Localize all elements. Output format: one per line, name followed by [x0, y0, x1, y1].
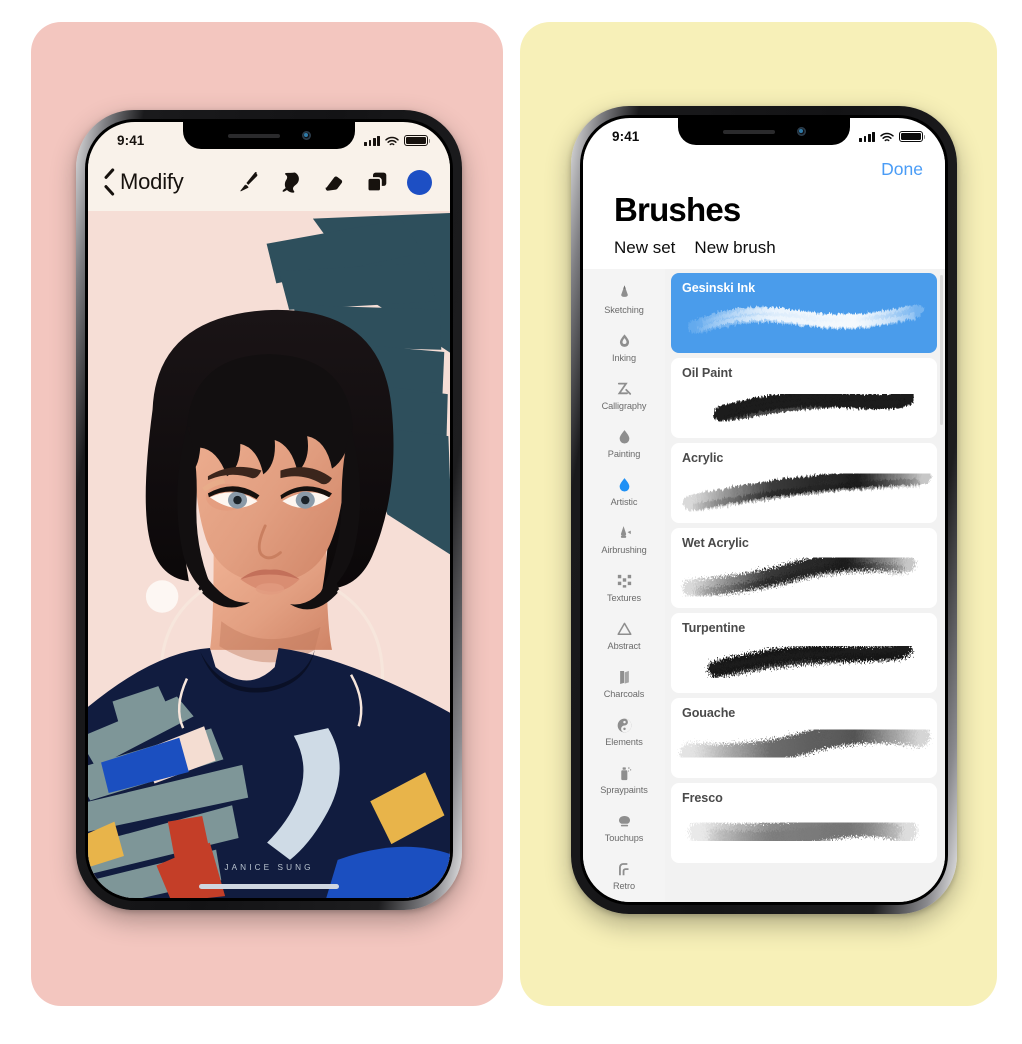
chevron-left-icon[interactable] — [102, 171, 115, 193]
sidebar-item-label: Elements — [605, 736, 643, 747]
brush-stroke-preview — [671, 378, 937, 436]
brush-stroke-preview — [671, 463, 937, 521]
brush-stroke-preview — [671, 548, 937, 606]
brush-list[interactable]: Gesinski Ink Oil Paint Acrylic Wet Acryl… — [665, 269, 945, 902]
brush-actions: New set New brush — [583, 229, 945, 269]
sidebar-item-label: Artistic — [610, 496, 638, 507]
brush-stroke-preview — [671, 633, 937, 691]
eraser-icon[interactable] — [321, 169, 347, 195]
sidebar-item-painting[interactable]: Painting — [583, 419, 665, 467]
battery-icon — [899, 130, 926, 143]
sidebar-item-sketching[interactable]: Sketching — [583, 275, 665, 323]
brush-item[interactable]: Acrylic — [671, 443, 937, 523]
battery-icon — [404, 134, 431, 147]
sidebar-item-airbrushing[interactable]: Airbrushing — [583, 515, 665, 563]
earpiece-speaker-icon — [722, 129, 775, 134]
home-indicator[interactable] — [199, 883, 339, 889]
sidebar-item-artistic[interactable]: Artistic — [583, 467, 665, 515]
artwork-canvas[interactable]: JANICE SUNG — [88, 211, 450, 898]
sidebar-item-label: Charcoals — [603, 688, 645, 699]
brushes-body: Sketching Inking Calligraphy Painting Artist… — [583, 269, 945, 902]
brush-stroke-preview — [671, 718, 937, 776]
yin-yang-icon — [615, 716, 634, 735]
cellular-bars-icon — [364, 135, 380, 146]
textures-icon — [615, 572, 634, 591]
category-sidebar[interactable]: Sketching Inking Calligraphy Painting Artist… — [583, 269, 665, 902]
front-camera-icon — [301, 131, 311, 140]
canvas-toolbar: Modify — [88, 153, 450, 211]
layers-icon[interactable] — [364, 169, 390, 195]
retro-icon — [615, 860, 634, 879]
airbrush-icon — [615, 524, 634, 543]
phone-mockup-right: 9:41 Done Brushes New set New brush Sket… — [571, 106, 957, 914]
sidebar-item-charcoals[interactable]: Charcoals — [583, 659, 665, 707]
triangle-icon — [615, 620, 634, 639]
done-button[interactable]: Done — [881, 159, 923, 180]
phone-bezel-right: 9:41 Done Brushes New set New brush Sket… — [580, 115, 948, 905]
phone-screen-left: 9:41 Modify JANICE SUNG — [88, 122, 450, 898]
artistic-drop-icon — [615, 476, 634, 495]
sidebar-item-textures[interactable]: Textures — [583, 563, 665, 611]
calligraphy-icon — [615, 380, 634, 399]
brush-item[interactable]: Turpentine — [671, 613, 937, 693]
page-title: Modify — [120, 169, 184, 194]
wifi-icon — [385, 135, 399, 146]
new-brush-button[interactable]: New brush — [694, 238, 775, 258]
sidebar-item-label: Touchups — [604, 832, 644, 843]
charcoal-icon — [615, 668, 634, 687]
scrollbar[interactable] — [940, 275, 943, 425]
sidebar-item-label: Sketching — [604, 304, 644, 315]
artwork-illustration — [88, 211, 450, 898]
color-swatch-button[interactable] — [407, 169, 432, 195]
brush-stroke-preview — [671, 293, 937, 351]
page-title: Brushes — [614, 191, 741, 228]
sidebar-item-inking[interactable]: Inking — [583, 323, 665, 371]
sidebar-item-abstract[interactable]: Abstract — [583, 611, 665, 659]
earpiece-speaker-icon — [227, 133, 280, 138]
phone-screen-right: 9:41 Done Brushes New set New brush Sket… — [583, 118, 945, 902]
phone-bezel-left: 9:41 Modify JANICE SUNG — [85, 119, 453, 901]
sidebar-item-label: Airbrushing — [601, 544, 647, 555]
sidebar-item-touchups[interactable]: Touchups — [583, 803, 665, 851]
notch-right — [678, 118, 850, 145]
brush-item[interactable]: Gesinski Ink — [671, 273, 937, 353]
status-time: 9:41 — [612, 129, 640, 144]
sidebar-item-elements[interactable]: Elements — [583, 707, 665, 755]
wifi-icon — [880, 131, 894, 142]
sidebar-item-label: Calligraphy — [601, 400, 647, 411]
sidebar-item-calligraphy[interactable]: Calligraphy — [583, 371, 665, 419]
cellular-bars-icon — [859, 131, 875, 142]
smudge-icon[interactable] — [278, 169, 304, 195]
phone-mockup-left: 9:41 Modify JANICE SUNG — [76, 110, 462, 910]
sidebar-item-label: Painting — [607, 448, 641, 459]
paint-drop-icon — [615, 428, 634, 447]
sidebar-item-label: Textures — [607, 592, 641, 603]
spraycan-icon — [615, 764, 634, 783]
sidebar-item-label: Spraypaints — [600, 784, 648, 795]
brush-item[interactable]: Wet Acrylic — [671, 528, 937, 608]
modal-header: Done — [583, 149, 945, 189]
sidebar-item-label: Retro — [613, 880, 635, 891]
new-set-button[interactable]: New set — [614, 238, 675, 258]
ink-drop-icon — [615, 332, 634, 351]
brush-item[interactable]: Oil Paint — [671, 358, 937, 438]
artwork-signature: JANICE SUNG — [224, 863, 314, 872]
status-time: 9:41 — [117, 133, 145, 148]
front-camera-icon — [796, 127, 806, 136]
touchup-icon — [615, 812, 634, 831]
sidebar-item-label: Inking — [612, 352, 636, 363]
sidebar-item-retro[interactable]: Retro — [583, 851, 665, 899]
sidebar-item-spraypaints[interactable]: Spraypaints — [583, 755, 665, 803]
sidebar-item-label: Abstract — [607, 640, 641, 651]
paintbrush-icon[interactable] — [235, 169, 261, 195]
pencil-tip-icon — [615, 284, 634, 303]
tool-group — [235, 169, 432, 195]
notch-left — [183, 122, 355, 149]
brush-item[interactable]: Fresco — [671, 783, 937, 863]
brush-item[interactable]: Gouache — [671, 698, 937, 778]
brush-stroke-preview — [671, 803, 937, 861]
